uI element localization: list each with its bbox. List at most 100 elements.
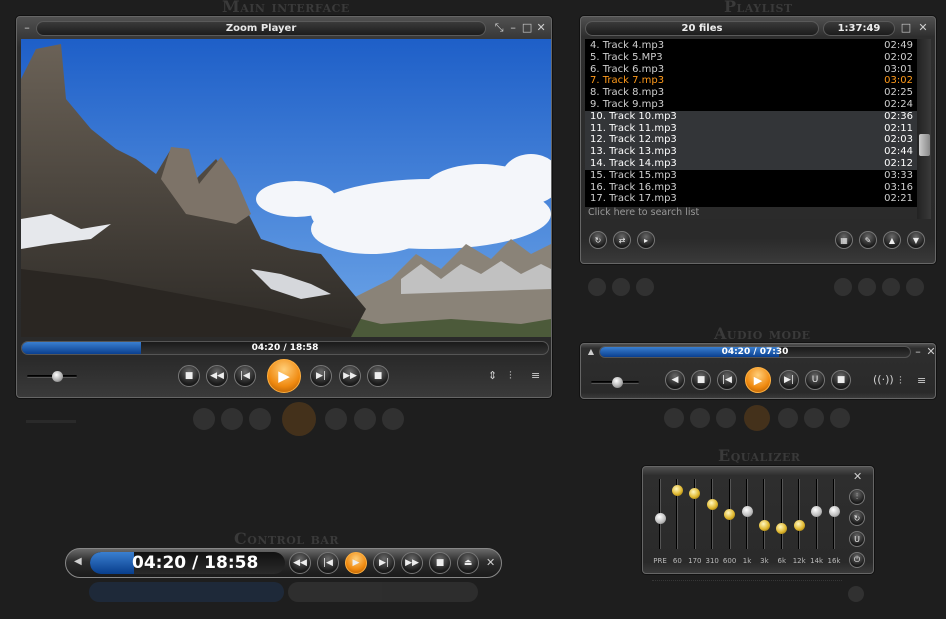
audio-loop-button[interactable]: U	[805, 370, 825, 390]
eq-band-slider[interactable]	[711, 479, 714, 549]
playlist-row[interactable]: 6. Track 6.mp3 03:01	[585, 64, 917, 76]
control-bar-seek[interactable]: 04:20 / 18:58	[90, 552, 285, 574]
playlist-row[interactable]: 4. Track 4.mp3 02:49	[585, 40, 917, 52]
cbar-previous-button[interactable]: |◀	[317, 552, 339, 574]
eq-band-knob[interactable]	[741, 505, 753, 517]
playlist-row[interactable]: 13. Track 13.mp3 02:44	[585, 146, 917, 158]
pencil-icon: ✎	[864, 235, 872, 245]
playlist-row[interactable]: 7. Track 7.mp3 03:02	[585, 75, 917, 87]
eq-band-knob[interactable]	[671, 484, 683, 496]
eq-band-knob[interactable]	[758, 519, 770, 531]
volume-knob[interactable]	[52, 371, 63, 382]
audio-volume-knob[interactable]	[612, 377, 624, 388]
eq-band-knob[interactable]	[654, 512, 666, 524]
next-button[interactable]: ▶|	[310, 365, 332, 387]
collapse-left-icon[interactable]: ◀	[74, 556, 82, 567]
cbar-fast-forward-button[interactable]: ▶▶	[401, 552, 423, 574]
stop-button[interactable]: ■	[178, 365, 200, 387]
playlist-row[interactable]: 9. Track 9.mp3 02:24	[585, 99, 917, 111]
minimize-icon[interactable]: –	[506, 21, 520, 35]
playlist-row[interactable]: 8. Track 8.mp3 02:25	[585, 87, 917, 99]
sliders-icon: ⫶	[856, 492, 858, 501]
eq-band-knob[interactable]	[689, 488, 701, 499]
audio-rewind-button[interactable]: ◀	[665, 370, 685, 390]
eq-reset-button[interactable]: ↻	[849, 510, 865, 526]
close-icon[interactable]: ✕	[924, 345, 938, 359]
audio-eject-button[interactable]: ■	[831, 370, 851, 390]
menu-lines-icon[interactable]: ≡	[531, 369, 540, 382]
eq-band-knob[interactable]	[828, 505, 840, 517]
next-list-button[interactable]: ▸	[637, 231, 655, 249]
scrollbar-thumb[interactable]	[919, 134, 930, 156]
broadcast-icon[interactable]: ((·))	[873, 373, 894, 386]
repeat-button[interactable]: ↻	[589, 231, 607, 249]
menu-icon[interactable]: –	[20, 21, 34, 35]
cbar-play-button[interactable]: ▶	[345, 552, 367, 574]
fullscreen-icon[interactable]: ⤡	[492, 21, 506, 35]
eq-band-knob[interactable]	[793, 519, 805, 531]
eq-band-slider[interactable]	[780, 479, 783, 549]
eq-band-knob[interactable]	[706, 498, 718, 510]
audio-seek-bar[interactable]: 04:20 / 07:30	[599, 346, 911, 358]
playlist-row[interactable]: 11. Track 11.mp3 02:11	[585, 122, 917, 135]
close-icon[interactable]: ✕	[534, 21, 548, 35]
track-name: 9. Track 9.mp3	[590, 99, 665, 110]
playlist-row[interactable]: 16. Track 16.mp3 03:16	[585, 182, 917, 194]
playlist-row[interactable]: 10. Track 10.mp3 02:36	[585, 110, 917, 123]
list-grid-button[interactable]: ▦	[835, 231, 853, 249]
cbar-next-button[interactable]: ▶|	[373, 552, 395, 574]
eq-power-button[interactable]: ⏻	[849, 552, 865, 568]
playlist-row[interactable]: 5. Track 5.MP3 02:02	[585, 52, 917, 64]
magnet-icon: U	[854, 534, 860, 544]
window-title[interactable]: Zoom Player	[35, 20, 487, 36]
close-icon[interactable]: ✕	[853, 470, 862, 483]
audio-play-button[interactable]: ▶	[745, 367, 771, 393]
play-button[interactable]: ▶	[267, 359, 301, 393]
audio-next-button[interactable]: ▶|	[779, 370, 799, 390]
maximize-icon[interactable]: □	[520, 21, 534, 35]
eq-band-knob[interactable]	[724, 509, 736, 520]
eq-magnet-button[interactable]: U	[849, 531, 865, 547]
playlist-row[interactable]: 14. Track 14.mp3 02:12	[585, 158, 917, 170]
playlist-row[interactable]: 12. Track 12.mp3 02:03	[585, 134, 917, 147]
eq-band-slider[interactable]	[763, 479, 766, 549]
audio-previous-button[interactable]: |◀	[717, 370, 737, 390]
cbar-stop-button[interactable]: ■	[429, 552, 451, 574]
equalizer-icon[interactable]: ⫶	[509, 369, 512, 383]
previous-button[interactable]: |◀	[234, 365, 256, 387]
section-title-main: Main interface	[222, 0, 350, 16]
minimize-icon[interactable]: –	[911, 345, 925, 359]
audio-stop-button[interactable]: ■	[691, 370, 711, 390]
video-area[interactable]	[21, 39, 551, 337]
seek-bar[interactable]: 04:20 / 18:58	[21, 341, 549, 355]
skip-forward-icon: ▶|	[379, 558, 389, 568]
eq-settings-button[interactable]: ⫶	[849, 489, 865, 505]
maximize-icon[interactable]: □	[899, 21, 913, 35]
collapse-icon[interactable]: ▲	[584, 345, 598, 359]
eq-band-slider[interactable]	[798, 479, 801, 549]
edit-button[interactable]: ✎	[859, 231, 877, 249]
eq-band-label: 16k	[827, 557, 841, 565]
playlist-scrollbar[interactable]	[917, 39, 931, 219]
playlist-search[interactable]: Click here to search list	[585, 207, 917, 219]
playlist-row[interactable]: 15. Track 15.mp3 03:33	[585, 170, 917, 182]
shuffle-button[interactable]: ⇄	[613, 231, 631, 249]
updown-icon[interactable]: ⇕	[488, 369, 497, 382]
track-duration: 02:21	[884, 193, 913, 205]
cbar-rewind-button[interactable]: ◀◀	[289, 552, 311, 574]
close-icon[interactable]: ✕	[486, 556, 495, 569]
playlist-row[interactable]: 17. Track 17.mp3 02:21	[585, 193, 917, 205]
eq-band-knob[interactable]	[811, 505, 823, 517]
move-up-button[interactable]: ▲	[883, 231, 901, 249]
eject-button[interactable]: ■	[367, 365, 389, 387]
cbar-eject-button[interactable]: ⏏	[457, 552, 479, 574]
rewind-button[interactable]: ◀◀	[206, 365, 228, 387]
equalizer-icon[interactable]: ⫶	[899, 374, 902, 388]
eq-band-knob[interactable]	[776, 523, 788, 534]
fast-forward-button[interactable]: ▶▶	[339, 365, 361, 387]
close-icon[interactable]: ✕	[916, 21, 930, 35]
stop-icon: ■	[184, 371, 194, 381]
move-down-button[interactable]: ▼	[907, 231, 925, 249]
playlist-list[interactable]: 4. Track 4.mp3 02:49 5. Track 5.MP3 02:02 6.…	[585, 39, 917, 207]
menu-lines-icon[interactable]: ≡	[917, 374, 926, 387]
